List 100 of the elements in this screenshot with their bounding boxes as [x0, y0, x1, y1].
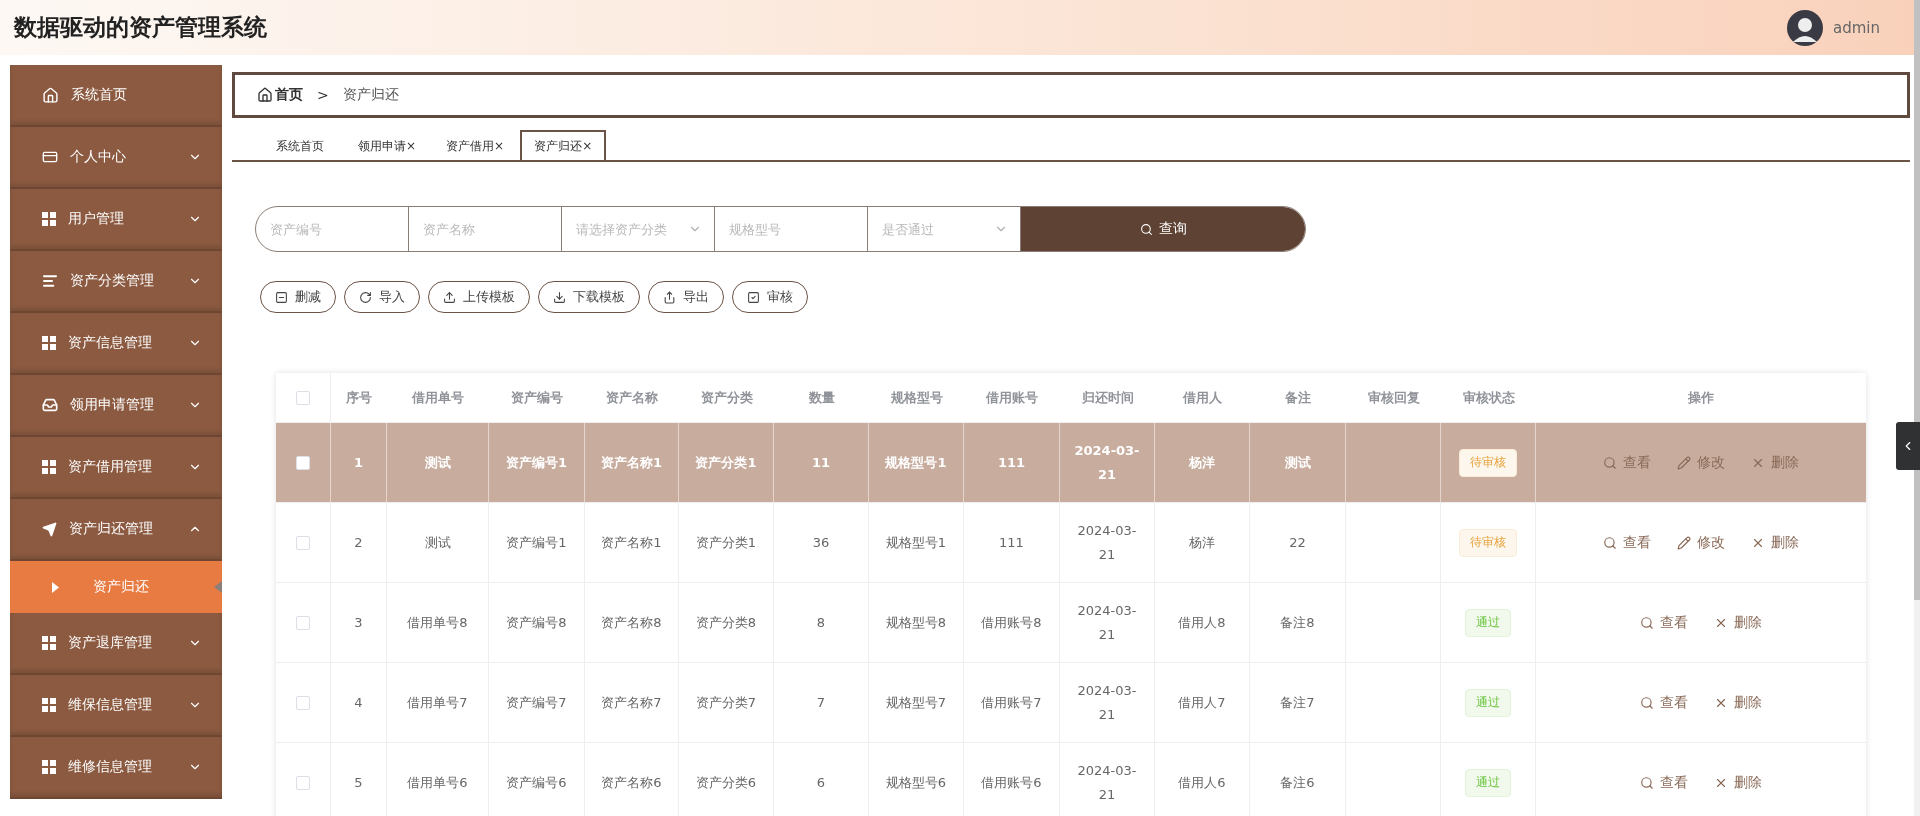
table-row[interactable]: 3 借用单号8 资产编号8 资产名称8 资产分类8 8 规格型号8 借用账号8 2024-03-21 借用人8 备注8 通过 查看 删除 [276, 583, 1866, 663]
view-link[interactable]: 查看 [1640, 773, 1688, 792]
sidebar-item[interactable]: 资产归还管理 [10, 499, 222, 561]
table-cell: 借用单号8 [387, 583, 489, 662]
toolbar-button[interactable]: 导入 [344, 281, 420, 313]
breadcrumb-current: 资产归还 [342, 86, 399, 104]
table-cell: 测试 [1250, 423, 1346, 502]
table-cell: 资产名称6 [585, 743, 679, 816]
toolbar-button[interactable]: 下载模板 [538, 281, 640, 313]
table-cell: 资产编号1 [489, 503, 585, 582]
column-header: 规格型号 [889, 388, 944, 407]
checkbox[interactable] [296, 695, 310, 710]
delete-link[interactable]: 删除 [1714, 693, 1762, 712]
sidebar-item[interactable]: 资产分类管理 [10, 251, 222, 313]
table-row[interactable]: 5 借用单号6 资产编号6 资产名称6 资产分类6 6 规格型号6 借用账号6 2024-03-21 借用人6 备注6 通过 查看 删除 [276, 743, 1866, 816]
search-button[interactable]: 查询 [1021, 207, 1305, 251]
table-cell: 11 [774, 423, 869, 502]
table-cell: 借用账号6 [964, 743, 1060, 816]
tab[interactable]: 资产归还× [520, 130, 607, 160]
table-cell: 资产分类1 [679, 423, 774, 502]
sidebar-item[interactable]: 维保信息管理 [10, 675, 222, 737]
sidebar-item[interactable]: 维修信息管理 [10, 737, 222, 799]
user-name[interactable]: admin [1833, 18, 1880, 37]
checkbox[interactable] [296, 775, 310, 790]
list-icon [42, 273, 58, 289]
column-header: 借用单号 [410, 388, 465, 407]
table-cell: 2024-03-21 [1060, 423, 1155, 502]
table-cell: 借用账号8 [964, 583, 1060, 662]
table-cell: 2024-03-21 [1060, 503, 1155, 582]
status-tag: 通过 [1465, 768, 1511, 797]
table-row[interactable]: 2 测试 资产编号1 资产名称1 资产分类1 36 规格型号1 111 2024-03-21 杨洋 22 待审核 查看 修改 删除 [276, 503, 1866, 583]
sidebar-item[interactable]: 个人中心 [10, 127, 222, 189]
sidebar-item[interactable]: 用户管理 [10, 189, 222, 251]
toolbar-button[interactable]: 上传模板 [428, 281, 530, 313]
table-cell: 资产名称7 [585, 663, 679, 742]
table-cell: 111 [964, 423, 1060, 502]
share-icon [663, 290, 676, 304]
checkbox[interactable] [296, 390, 310, 405]
table-cell: 2 [331, 503, 387, 582]
sidebar-item[interactable]: 系统首页 [10, 65, 222, 127]
view-link[interactable]: 查看 [1640, 693, 1688, 712]
table-cell: 5 [331, 743, 387, 816]
table-cell: 2024-03-21 [1060, 583, 1155, 662]
view-link[interactable]: 查看 [1603, 533, 1651, 552]
status-tag: 通过 [1465, 608, 1511, 637]
table-cell: 资产分类1 [679, 503, 774, 582]
checkbox[interactable] [296, 535, 310, 550]
table-cell: 资产名称1 [585, 423, 679, 502]
delete-link[interactable]: 删除 [1714, 773, 1762, 792]
table-cell: 8 [774, 583, 869, 662]
table-cell: 规格型号7 [869, 663, 964, 742]
grid-icon [42, 212, 56, 226]
table-cell: 资产分类8 [679, 583, 774, 662]
breadcrumb-home[interactable]: 首页 [257, 86, 303, 104]
table-cell: 2024-03-21 [1060, 743, 1155, 816]
table-cell: 2024-03-21 [1060, 663, 1155, 742]
table-cell: 借用人8 [1155, 583, 1250, 662]
sidebar-item[interactable]: 资产退库管理 [10, 613, 222, 675]
pencil-icon [1677, 455, 1691, 470]
column-header: 资产分类 [699, 388, 754, 407]
table-cell: 3 [331, 583, 387, 662]
sidebar-item[interactable]: 资产借用管理 [10, 437, 222, 499]
scrollbar[interactable] [1914, 0, 1920, 816]
delete-link[interactable]: 删除 [1714, 613, 1762, 632]
toolbar-button[interactable]: 审核 [732, 281, 808, 313]
send-icon [42, 521, 57, 537]
edit-link[interactable]: 修改 [1677, 533, 1725, 552]
status-tag: 通过 [1465, 688, 1511, 717]
table-cell: 测试 [387, 423, 489, 502]
table-row[interactable]: 4 借用单号7 资产编号7 资产名称7 资产分类7 7 规格型号7 借用账号7 2024-03-21 借用人7 备注7 通过 查看 删除 [276, 663, 1866, 743]
toolbar-button[interactable]: 导出 [648, 281, 724, 313]
table-cell: 规格型号1 [869, 423, 964, 502]
check-square-icon [747, 290, 760, 304]
table-cell: 杨洋 [1155, 503, 1250, 582]
checkbox[interactable] [296, 455, 310, 470]
sidebar-item[interactable]: 资产信息管理 [10, 313, 222, 375]
collapse-handle[interactable] [1896, 422, 1920, 470]
grid-icon [42, 336, 56, 350]
table-cell: 借用人6 [1155, 743, 1250, 816]
table-cell: 资产编号6 [489, 743, 585, 816]
search-icon [1640, 775, 1654, 790]
column-header: 审核状态 [1461, 388, 1516, 407]
breadcrumb-separator: > [317, 87, 329, 103]
table-cell: 借用人7 [1155, 663, 1250, 742]
sidebar-item[interactable]: 领用申请管理 [10, 375, 222, 437]
toolbar-button[interactable]: 删减 [260, 281, 336, 313]
column-header: 序号 [345, 388, 373, 407]
rotate-icon [359, 290, 372, 304]
checkbox[interactable] [296, 615, 310, 630]
table-cell: 资产编号7 [489, 663, 585, 742]
column-header: 数量 [807, 388, 836, 407]
column-header: 资产编号 [510, 388, 564, 407]
view-link[interactable]: 查看 [1640, 613, 1688, 632]
pointer-icon [214, 581, 222, 593]
column-header: 操作 [1687, 388, 1715, 407]
avatar [1787, 9, 1823, 46]
table-cell: 借用单号7 [387, 663, 489, 742]
delete-link[interactable]: 删除 [1751, 533, 1799, 552]
column-header: 借用人 [1181, 388, 1223, 407]
table-cell: 测试 [387, 503, 489, 582]
